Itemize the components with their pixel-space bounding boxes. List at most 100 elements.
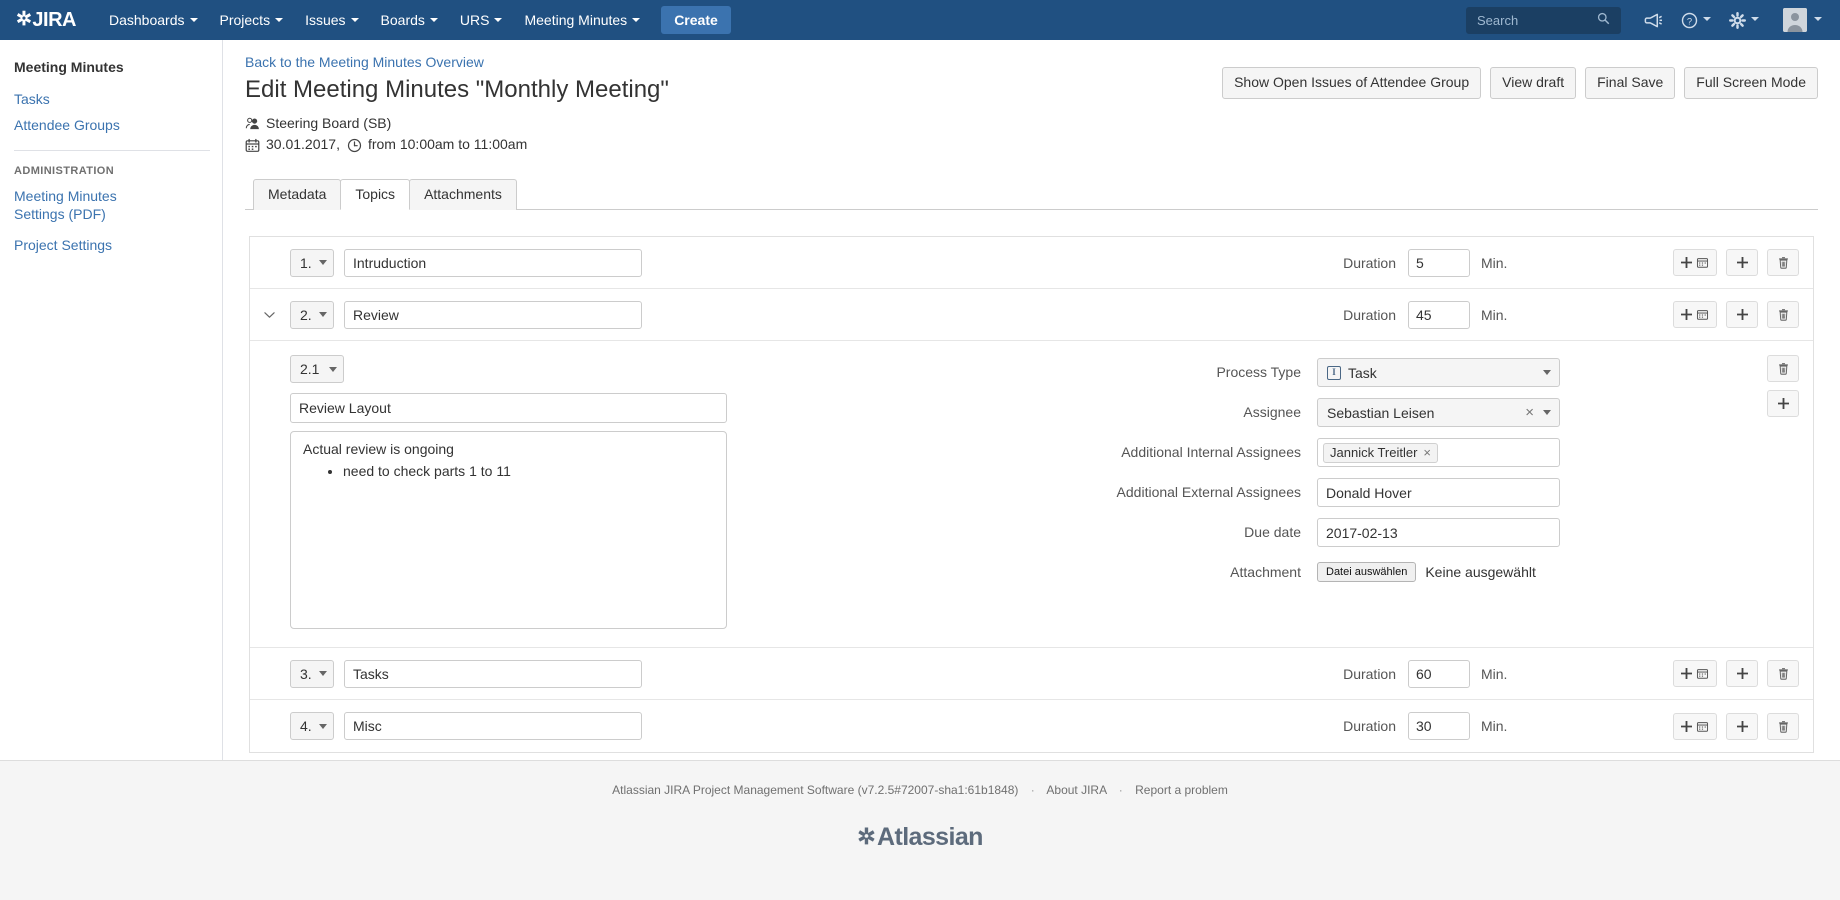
add-subtopic-item-button[interactable]: [1767, 390, 1799, 418]
assignee-value: Sebastian Leisen: [1327, 404, 1435, 421]
subtopic-number-select[interactable]: 2.1: [290, 355, 344, 384]
nav-item-urs[interactable]: URS: [449, 0, 514, 40]
megaphone-icon[interactable]: [1644, 12, 1663, 29]
subtopic-description-editor[interactable]: Actual review is ongoing need to check p…: [290, 431, 727, 630]
search-box[interactable]: [1466, 6, 1621, 34]
external-assignees-input[interactable]: [1317, 478, 1560, 508]
page-body: Meeting Minutes Tasks Attendee Groups AD…: [0, 40, 1840, 760]
attachment-status-text: Keine ausgewählt: [1425, 564, 1536, 581]
delete-topic-button[interactable]: [1767, 249, 1799, 277]
user-avatar-menu[interactable]: [1777, 8, 1822, 32]
plus-icon: [1777, 398, 1789, 410]
plus-icon: [1681, 720, 1692, 732]
topic-row: 2. Duration Min.: [250, 289, 1813, 342]
add-subtopic-button[interactable]: [1726, 712, 1758, 740]
search-input[interactable]: [1475, 11, 1597, 29]
delete-topic-button[interactable]: [1767, 712, 1799, 740]
final-save-button[interactable]: Final Save: [1585, 67, 1676, 99]
about-jira-link[interactable]: About JIRA: [1046, 783, 1106, 797]
add-subtopic-button[interactable]: [1726, 249, 1758, 277]
chevron-down-icon: [189, 18, 198, 23]
nav-label: Dashboards: [109, 12, 185, 28]
meeting-date: 30.01.2017,: [266, 136, 340, 153]
topic-number-select[interactable]: 1.: [290, 248, 334, 277]
topic-number-select[interactable]: 4.: [290, 712, 334, 741]
sidebar-item-meeting-minutes-settings[interactable]: Meeting Minutes Settings (PDF): [0, 183, 222, 228]
delete-subtopic-button[interactable]: [1767, 355, 1799, 383]
delete-topic-button[interactable]: [1767, 660, 1799, 688]
duration-input[interactable]: [1408, 659, 1470, 688]
meeting-group-name: Steering Board (SB): [266, 114, 392, 131]
due-date-input[interactable]: [1317, 518, 1560, 548]
plus-icon: [1736, 309, 1748, 321]
field-additional-external-assignees: Additional External Assignees: [1077, 478, 1777, 508]
chevron-down-icon: [329, 366, 337, 372]
chevron-down-icon: [319, 671, 327, 677]
nav-item-boards[interactable]: Boards: [370, 0, 449, 40]
topic-title-input[interactable]: [344, 248, 642, 277]
internal-assignees-input[interactable]: Jannick Treitler ×: [1317, 438, 1560, 468]
duration-input[interactable]: [1408, 712, 1470, 741]
duration-label: Duration: [1343, 718, 1396, 735]
chevron-down-icon: [275, 18, 284, 23]
duration-input[interactable]: [1408, 248, 1470, 277]
show-open-issues-button[interactable]: Show Open Issues of Attendee Group: [1222, 67, 1482, 99]
breadcrumb-back-link[interactable]: Back to the Meeting Minutes Overview: [245, 54, 484, 70]
top-navigation-bar: ✲ JIRA Dashboards Projects Issues Boards …: [0, 0, 1840, 40]
sidebar-item-attendee-groups[interactable]: Attendee Groups: [0, 112, 222, 138]
full-screen-mode-button[interactable]: Full Screen Mode: [1684, 67, 1818, 99]
subtopic-title-input[interactable]: [290, 393, 727, 424]
topic-title-input[interactable]: [344, 659, 642, 688]
add-subtopic-button[interactable]: [1726, 660, 1758, 688]
help-icon[interactable]: ?: [1681, 12, 1711, 29]
duration-input[interactable]: [1408, 300, 1470, 329]
nav-item-dashboards[interactable]: Dashboards: [98, 0, 209, 40]
subtopic-actions: [1767, 355, 1799, 418]
settings-icon[interactable]: [1729, 11, 1759, 29]
subtopic-row: 2.1 Actual review is ongoing need to che…: [250, 341, 1813, 649]
add-task-button[interactable]: [1673, 660, 1717, 688]
topic-number-select[interactable]: 2.: [290, 300, 334, 329]
topic-row: 1. Duration Min.: [250, 237, 1813, 290]
search-icon[interactable]: [1597, 12, 1610, 28]
tab-topics[interactable]: Topics: [340, 179, 411, 211]
nav-item-meeting-minutes[interactable]: Meeting Minutes: [513, 0, 651, 40]
choose-file-button[interactable]: Datei auswählen: [1317, 562, 1417, 583]
jira-logo-text: JIRA: [32, 8, 76, 31]
close-icon[interactable]: ×: [1525, 404, 1534, 421]
chevron-down-icon: [494, 18, 503, 23]
plus-icon: [1681, 257, 1692, 269]
nav-item-projects[interactable]: Projects: [209, 0, 295, 40]
assignee-select[interactable]: Sebastian Leisen ×: [1317, 398, 1560, 428]
topic-title-input[interactable]: [344, 300, 642, 329]
add-task-button[interactable]: [1673, 249, 1717, 277]
jira-logo[interactable]: ✲ JIRA: [12, 9, 76, 32]
sidebar-item-tasks[interactable]: Tasks: [0, 86, 222, 112]
delete-topic-button[interactable]: [1767, 301, 1799, 329]
topic-number-label: 2.: [300, 306, 312, 323]
topic-title-input[interactable]: [344, 712, 642, 741]
tab-metadata[interactable]: Metadata: [253, 179, 342, 211]
nav-label: Boards: [380, 12, 425, 28]
topic-row-actions: [1673, 249, 1799, 277]
add-task-button[interactable]: [1673, 301, 1717, 329]
duration-label: Duration: [1343, 665, 1396, 682]
field-control: I Task: [1317, 358, 1777, 388]
nav-label: Meeting Minutes: [524, 12, 628, 28]
view-draft-button[interactable]: View draft: [1490, 67, 1577, 99]
create-button[interactable]: Create: [661, 5, 731, 35]
topic-number-select[interactable]: 3.: [290, 659, 334, 688]
process-type-select[interactable]: I Task: [1317, 358, 1560, 388]
topic-expander-toggle[interactable]: [264, 308, 282, 322]
close-icon[interactable]: ×: [1423, 445, 1431, 460]
assignee-token-label: Jannick Treitler: [1330, 444, 1418, 460]
add-subtopic-button[interactable]: [1726, 301, 1758, 329]
footer-separator: ·: [1118, 783, 1123, 797]
nav-right-group: ?: [1466, 6, 1830, 34]
report-problem-link[interactable]: Report a problem: [1135, 783, 1228, 797]
field-control: [1317, 478, 1777, 508]
tab-attachments[interactable]: Attachments: [409, 179, 517, 211]
add-task-button[interactable]: [1673, 712, 1717, 740]
nav-item-issues[interactable]: Issues: [294, 0, 369, 40]
sidebar-item-project-settings[interactable]: Project Settings: [0, 232, 222, 258]
